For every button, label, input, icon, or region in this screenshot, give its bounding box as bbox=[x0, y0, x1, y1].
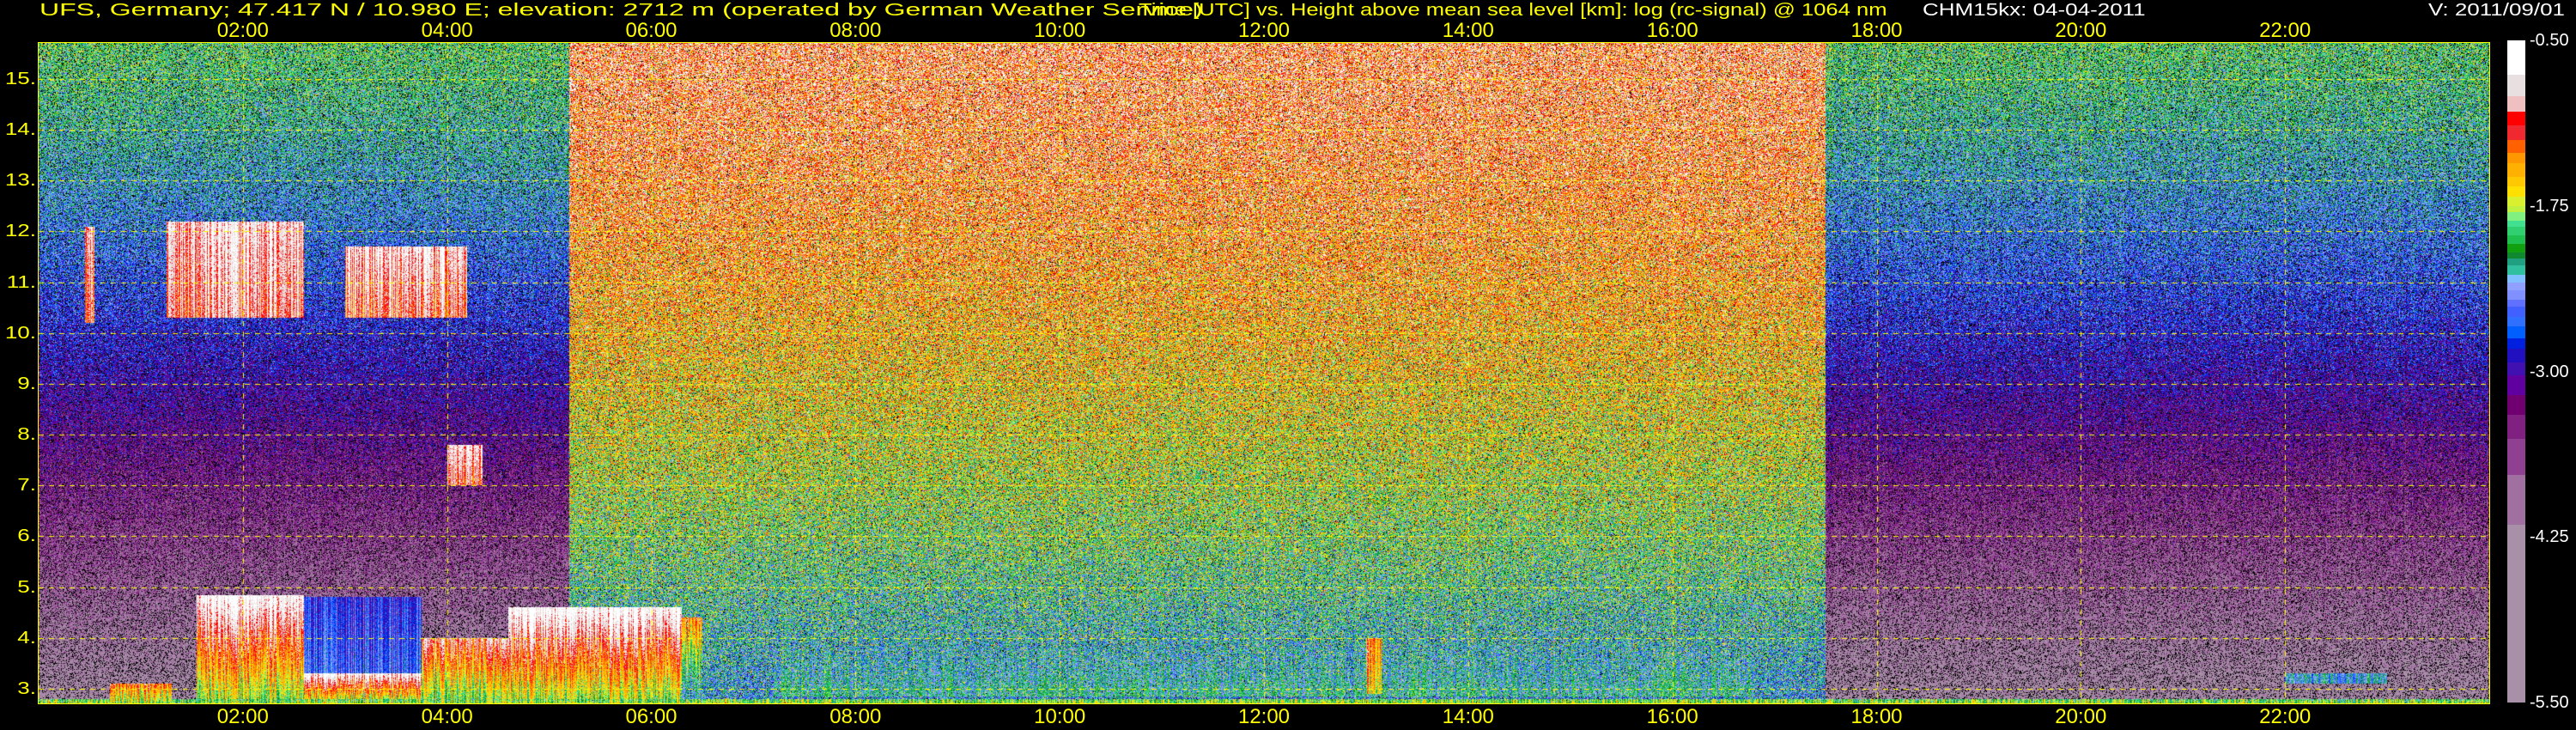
x-tick-label-bottom: 12:00 bbox=[1237, 705, 1291, 728]
colorbar-tick-label: -5.50 bbox=[2530, 693, 2569, 712]
header-station: UFS, Germany; 47.417 N / 10.980 E; eleva… bbox=[39, 1, 1203, 20]
header-instrument: CHM15kx: 04-04-2011 bbox=[1923, 1, 2146, 20]
colorbar-band bbox=[2507, 362, 2525, 376]
colorbar-band bbox=[2507, 326, 2525, 339]
x-tick-label-bottom: 02:00 bbox=[216, 705, 269, 728]
colorbar-band bbox=[2507, 395, 2525, 416]
colorbar-band bbox=[2507, 375, 2525, 396]
y-tick-label: 9. bbox=[17, 374, 36, 393]
x-tick-label-top: 10:00 bbox=[1034, 19, 1086, 42]
colorbar-band bbox=[2507, 306, 2525, 318]
x-tick-label-bottom: 10:00 bbox=[1034, 705, 1086, 728]
colorbar-band bbox=[2507, 317, 2525, 327]
colorbar-band bbox=[2507, 163, 2525, 178]
colorbar-band bbox=[2507, 176, 2525, 187]
x-tick-label-top: 12:00 bbox=[1237, 19, 1291, 42]
colorbar-band bbox=[2507, 40, 2525, 76]
colorbar-band bbox=[2507, 139, 2525, 154]
y-tick-label: 11. bbox=[6, 272, 37, 292]
colorbar-tick-label: -1.75 bbox=[2530, 196, 2569, 216]
x-tick-label-top: 22:00 bbox=[2259, 19, 2312, 42]
x-tick-label-top: 04:00 bbox=[421, 19, 473, 42]
colorbar-band bbox=[2507, 153, 2525, 164]
colorbar-band bbox=[2507, 439, 2525, 476]
y-tick-label: 13. bbox=[4, 171, 37, 191]
y-tick-label: 14. bbox=[4, 120, 37, 140]
x-tick-label-bottom: 18:00 bbox=[1850, 705, 1903, 728]
x-tick-label-bottom: 20:00 bbox=[2055, 705, 2107, 728]
x-tick-label-top: 18:00 bbox=[1850, 19, 1903, 42]
colorbar-band bbox=[2507, 125, 2525, 141]
colorbar-tick-label: -3.00 bbox=[2530, 362, 2569, 381]
colorbar-band bbox=[2507, 234, 2525, 245]
x-tick-label-bottom: 14:00 bbox=[1442, 705, 1494, 728]
colorbar-band bbox=[2507, 415, 2525, 440]
x-tick-label-top: 06:00 bbox=[625, 19, 677, 42]
y-tick-label: 15. bbox=[4, 70, 37, 88]
y-tick-label: 10. bbox=[4, 323, 37, 343]
colorbar-band bbox=[2507, 95, 2525, 113]
x-tick-label-bottom: 04:00 bbox=[421, 705, 473, 728]
y-tick-label: 7. bbox=[17, 476, 36, 496]
x-tick-label-top: 14:00 bbox=[1442, 19, 1494, 42]
y-tick-label: 8. bbox=[17, 425, 36, 445]
y-tick-label: 6. bbox=[17, 526, 36, 546]
colorbar-band bbox=[2507, 265, 2525, 276]
colorbar-band bbox=[2507, 186, 2525, 198]
colorbar-band bbox=[2507, 290, 2525, 301]
x-tick-label-top: 16:00 bbox=[1646, 19, 1698, 42]
y-tick-label: 3. bbox=[17, 678, 36, 698]
colorbar-band bbox=[2507, 338, 2525, 350]
colorbar-band bbox=[2507, 525, 2525, 703]
colorbar-band bbox=[2507, 112, 2525, 126]
ceilometer-heatmap bbox=[38, 42, 2490, 704]
header-title: Time [UTC] vs. Height above mean sea lev… bbox=[1139, 1, 1887, 20]
colorbar-tick-label: -4.25 bbox=[2530, 527, 2569, 547]
x-tick-label-bottom: 08:00 bbox=[829, 705, 882, 728]
colorbar bbox=[2507, 40, 2525, 703]
x-tick-label-top: 20:00 bbox=[2055, 19, 2107, 42]
x-tick-label-bottom: 16:00 bbox=[1646, 705, 1698, 728]
header-version: V: 2011/09/01 bbox=[2428, 1, 2566, 20]
y-tick-label: 5. bbox=[17, 577, 36, 597]
y-tick-label: 12. bbox=[4, 222, 37, 241]
colorbar-tick-label: -0.50 bbox=[2530, 31, 2569, 50]
colorbar-band bbox=[2507, 196, 2525, 207]
x-tick-label-top: 02:00 bbox=[216, 19, 269, 42]
heatmap-canvas bbox=[39, 43, 2489, 703]
colorbar-band bbox=[2507, 75, 2525, 97]
x-tick-label-bottom: 06:00 bbox=[625, 705, 677, 728]
y-tick-label: 4. bbox=[17, 628, 36, 648]
colorbar-band bbox=[2507, 474, 2525, 526]
colorbar-band bbox=[2507, 349, 2525, 363]
x-tick-label-top: 08:00 bbox=[829, 19, 882, 42]
x-tick-label-bottom: 22:00 bbox=[2259, 705, 2312, 728]
